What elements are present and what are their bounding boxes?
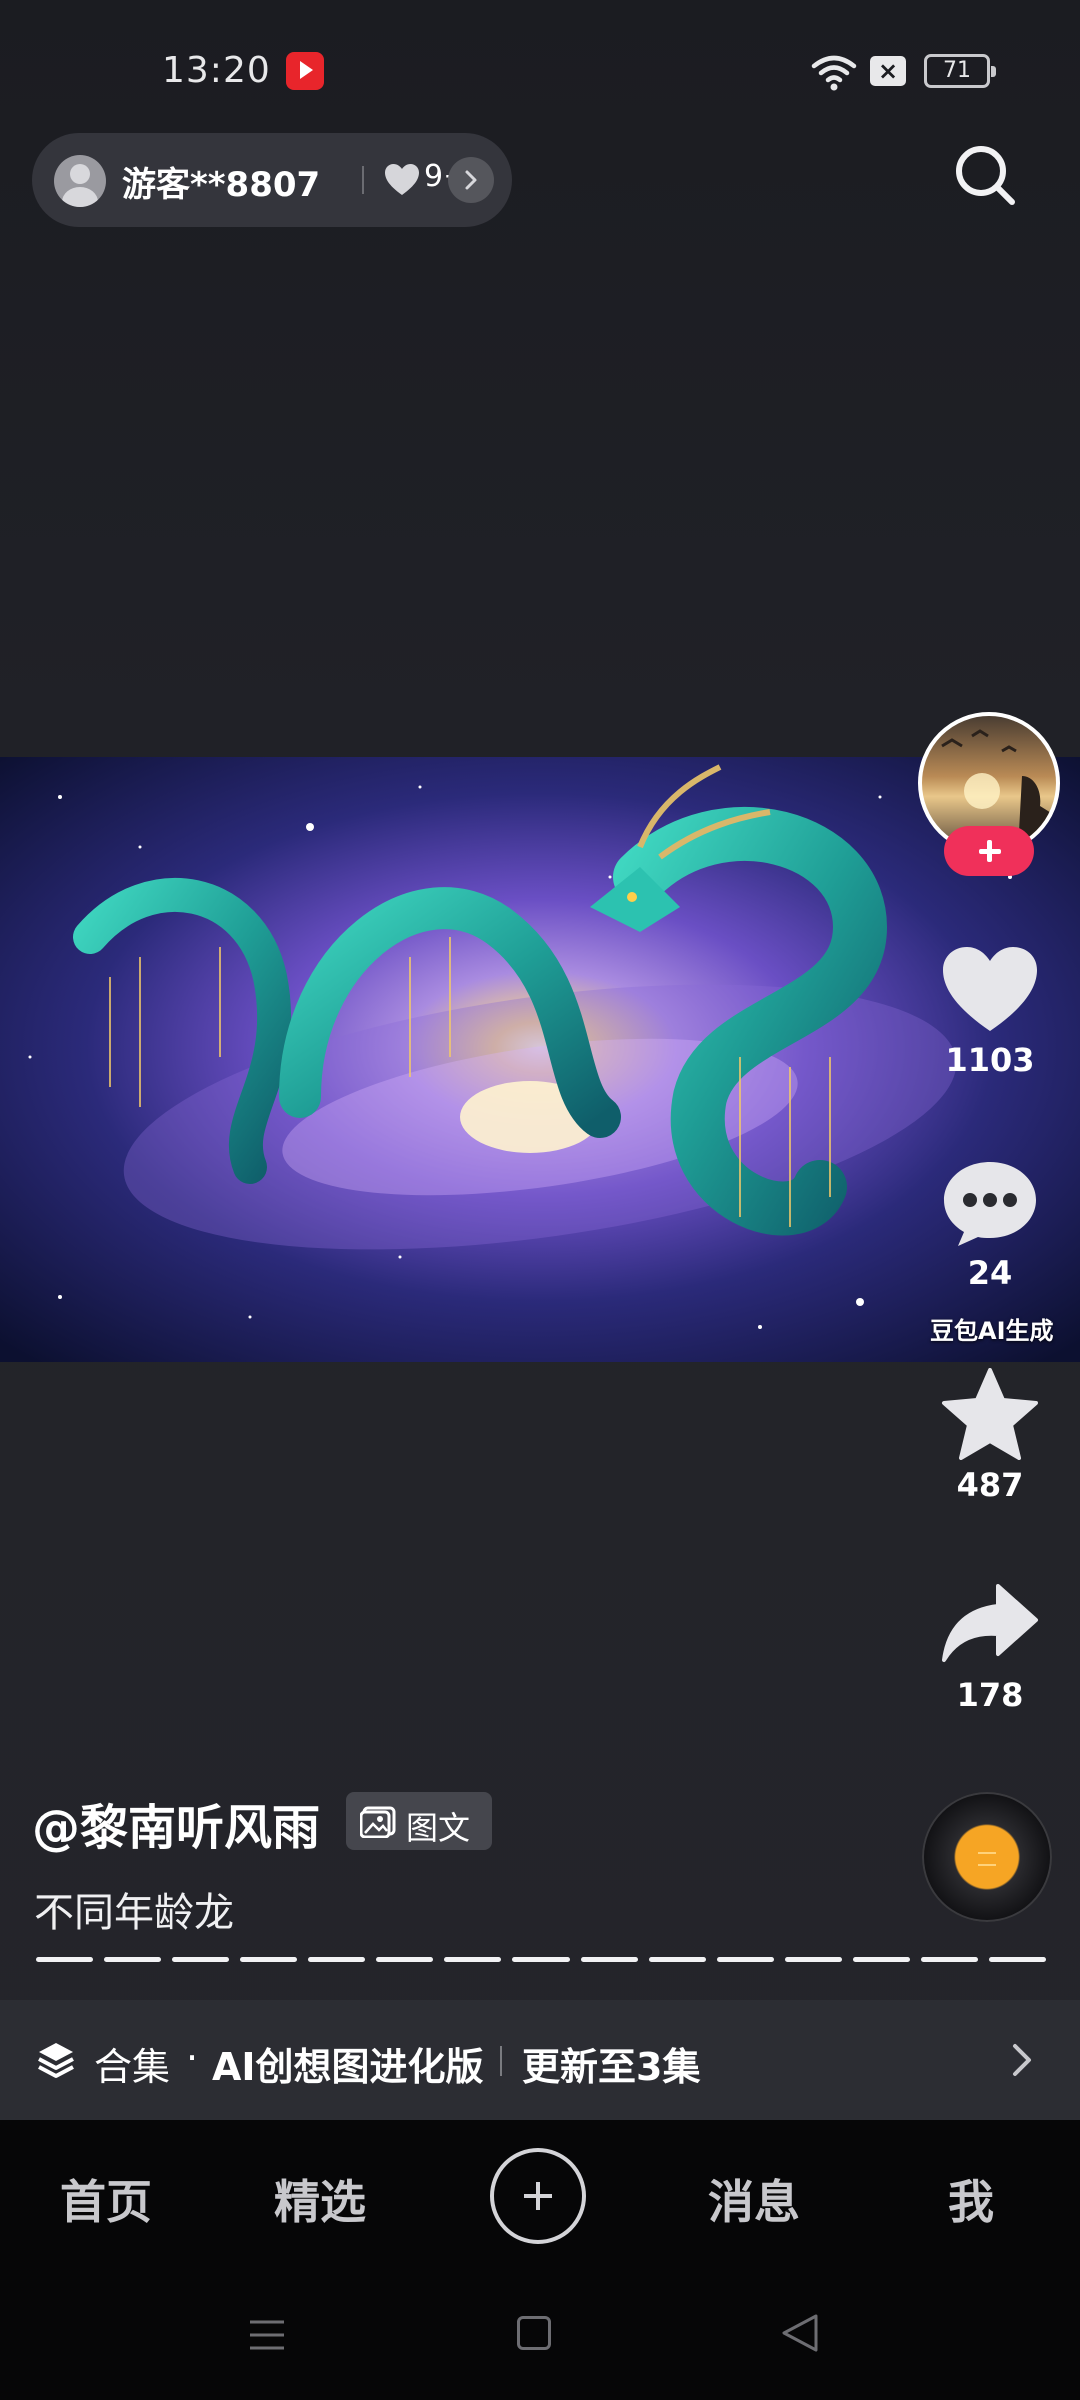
video-feed-page: 13:20 × 71 游客**8807 9+ 豆包AI生成 1103 24 48… bbox=[0, 0, 1080, 2400]
nav-me[interactable]: 我 bbox=[948, 2166, 994, 2232]
pill-divider bbox=[362, 166, 364, 194]
ai-generated-label: 豆包AI生成 bbox=[930, 1317, 1054, 1345]
nav-home[interactable]: 首页 bbox=[60, 2166, 152, 2232]
user-avatar bbox=[54, 155, 106, 207]
progress-dash bbox=[240, 1957, 298, 1962]
search-icon[interactable] bbox=[950, 140, 1020, 210]
image-icon bbox=[360, 1806, 396, 1838]
collection-update-status: 更新至3集 bbox=[522, 2045, 701, 2089]
progress-dash bbox=[920, 1957, 978, 1962]
progress-dash bbox=[172, 1957, 230, 1962]
comment-icon bbox=[944, 1162, 1036, 1246]
x-mark-icon: × bbox=[870, 56, 906, 86]
wifi-icon bbox=[811, 55, 857, 91]
post-type-tag: 图文 bbox=[346, 1792, 492, 1850]
like-count: 1103 bbox=[945, 1041, 1035, 1079]
progress-dash bbox=[376, 1957, 434, 1962]
progress-dash bbox=[716, 1957, 774, 1962]
create-post-button[interactable] bbox=[490, 2148, 586, 2244]
follow-plus-button[interactable] bbox=[944, 826, 1034, 876]
music-disc-icon[interactable] bbox=[922, 1792, 1052, 1922]
collection-separator: · bbox=[186, 2036, 199, 2080]
progress-dash bbox=[580, 1957, 638, 1962]
collection-bar[interactable]: 合集 · AI创想图进化版 更新至3集 bbox=[0, 2000, 1080, 2120]
progress-dash bbox=[444, 1957, 502, 1962]
progress-dash bbox=[648, 1957, 706, 1962]
share-button[interactable]: 178 bbox=[920, 1580, 1060, 1714]
battery-level: 71 bbox=[943, 58, 971, 83]
collection-divider bbox=[500, 2046, 502, 2076]
nav-featured[interactable]: 精选 bbox=[274, 2166, 366, 2232]
dragon-galaxy-image bbox=[0, 757, 1080, 1362]
chevron-right-icon[interactable] bbox=[1010, 2042, 1034, 2078]
favorite-count: 487 bbox=[956, 1466, 1024, 1504]
share-count: 178 bbox=[956, 1676, 1024, 1714]
user-name: 游客**8807 bbox=[122, 165, 321, 205]
layers-icon bbox=[38, 2043, 74, 2078]
recent-apps-icon[interactable] bbox=[248, 2318, 286, 2352]
app-notification-icon bbox=[286, 52, 324, 90]
image-progress-indicator bbox=[36, 1957, 1046, 1963]
comment-button[interactable]: 24 bbox=[920, 1158, 1060, 1292]
nav-messages[interactable]: 消息 bbox=[708, 2166, 800, 2232]
progress-dash bbox=[852, 1957, 910, 1962]
chevron-right-icon[interactable] bbox=[448, 157, 494, 203]
bottom-navigation: 首页 精选 消息 我 bbox=[0, 2120, 1080, 2400]
like-button[interactable]: 1103 bbox=[920, 945, 1060, 1079]
progress-dash bbox=[36, 1957, 94, 1962]
author-name[interactable]: @黎南听风雨 bbox=[32, 1788, 320, 1858]
heart-icon bbox=[385, 164, 419, 195]
progress-dash bbox=[512, 1957, 570, 1962]
favorite-button[interactable]: 487 bbox=[920, 1368, 1060, 1504]
status-bar: 13:20 × 71 bbox=[0, 0, 1080, 140]
share-arrow-icon bbox=[942, 1584, 1038, 1662]
collection-name: AI创想图进化版 bbox=[212, 2045, 484, 2089]
home-icon[interactable] bbox=[517, 2316, 551, 2350]
heart-icon bbox=[943, 947, 1037, 1031]
star-icon bbox=[942, 1368, 1038, 1460]
back-icon[interactable] bbox=[780, 2312, 820, 2354]
post-type-label: 图文 bbox=[406, 1809, 471, 1847]
progress-dash bbox=[784, 1957, 842, 1962]
progress-dash bbox=[988, 1957, 1046, 1962]
progress-dash bbox=[104, 1957, 162, 1962]
progress-dash bbox=[308, 1957, 366, 1962]
collection-label: 合集 bbox=[94, 2045, 171, 2089]
user-profile-pill[interactable]: 游客**8807 9+ bbox=[32, 133, 512, 227]
battery-icon: 71 bbox=[924, 54, 996, 88]
post-caption: 不同年龄龙 bbox=[34, 1890, 234, 1936]
comment-count: 24 bbox=[967, 1254, 1013, 1292]
status-time: 13:20 bbox=[162, 50, 271, 91]
post-image[interactable] bbox=[0, 757, 1080, 1362]
